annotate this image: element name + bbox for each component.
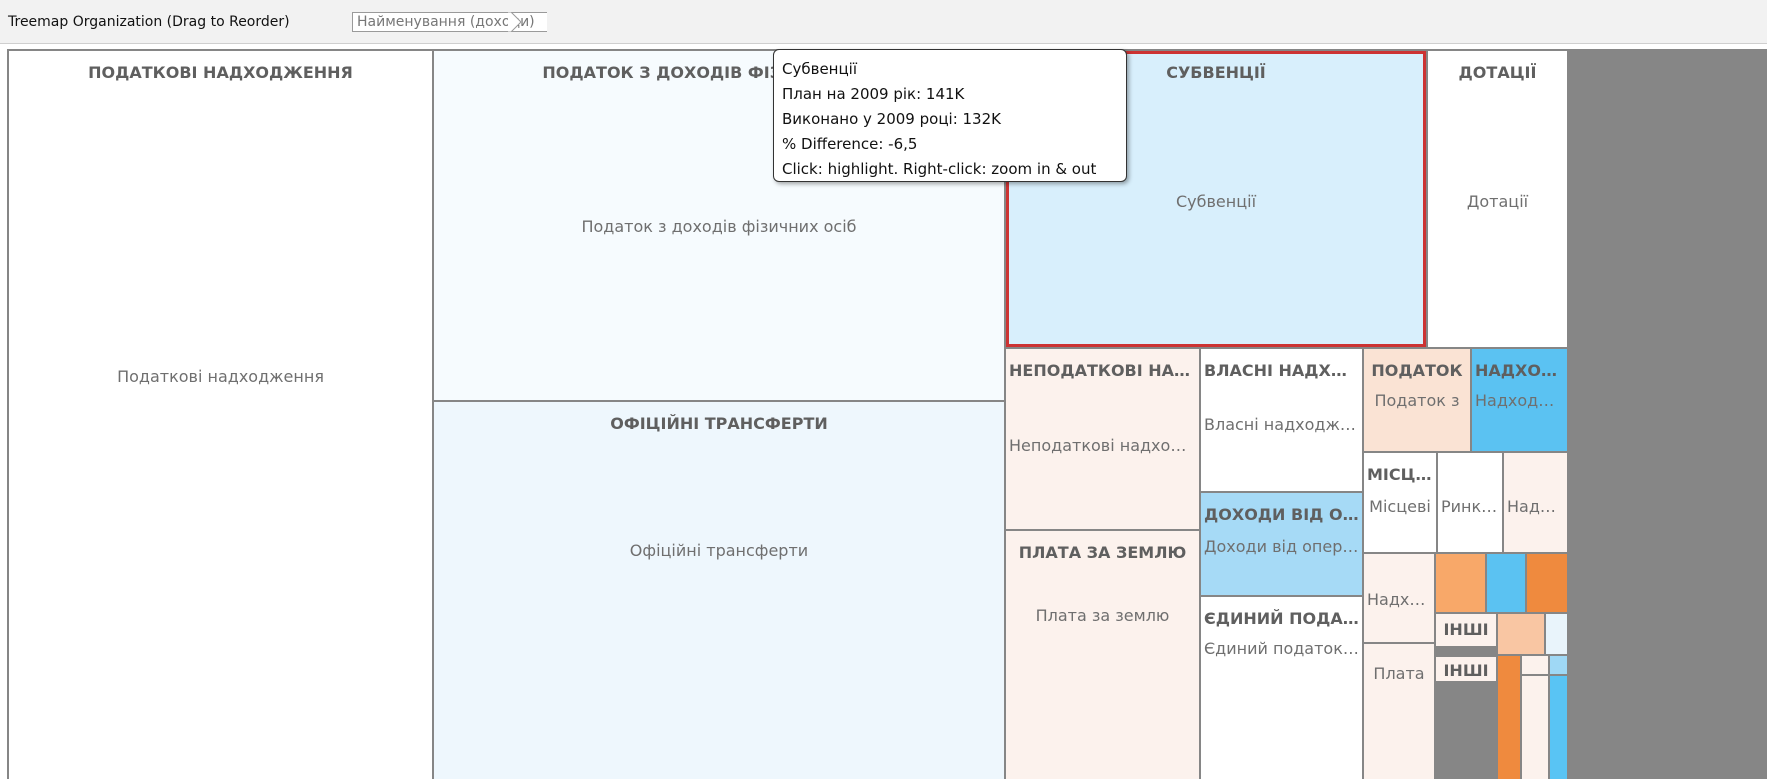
treemap-cell-tiny-pale-2[interactable]	[1522, 656, 1548, 674]
cell-header: ДОТАЦІЇ	[1458, 63, 1537, 82]
treemap-toolbar: Treemap Organization (Drag to Reorder) Н…	[0, 0, 1767, 44]
treemap-cell-tiny-blue-2[interactable]	[1550, 656, 1567, 674]
treemap-cell-podatkovi[interactable]: ПОДАТКОВІ НАДХОДЖЕННЯ Податкові надходжен…	[9, 51, 432, 779]
treemap-cell-dotatsii[interactable]: ДОТАЦІЇ Дотації	[1428, 51, 1567, 347]
cell-header: ПОДАТКОВІ НАДХОДЖЕННЯ	[88, 63, 353, 82]
tooltip-name: Субвенції	[782, 60, 858, 78]
cell-header: ЄДИНИЙ ПОДАТОК	[1204, 609, 1362, 628]
cell-label: Офіційні трансферти	[629, 541, 809, 560]
cell-header: ІНШІ	[1443, 620, 1489, 639]
treemap-cell-rynk[interactable]: Ринковий	[1438, 453, 1502, 552]
cell-label: Неподаткові надходження	[1009, 436, 1199, 455]
cell-label: Плата за землю	[1035, 606, 1170, 625]
cell-label: Єдиний податок для	[1204, 639, 1362, 658]
cell-label: Надходження	[1475, 391, 1567, 410]
cell-header: НЕПОДАТКОВІ НАДХОДЖЕННЯ	[1009, 361, 1199, 380]
cell-header: НАДХОДЖЕННЯ	[1475, 361, 1567, 380]
cell-label: Податкові надходження	[117, 367, 324, 386]
cell-header: МІСЦЕВІ	[1367, 465, 1436, 484]
treemap-cell-vlasni[interactable]: ВЛАСНІ НАДХОДЖЕННЯ Власні надходження	[1201, 349, 1362, 491]
tooltip-plan: План на 2009 рік: 141K	[782, 85, 965, 103]
breadcrumb-arrow-icon	[508, 12, 521, 32]
treemap-cell-tiny-blue-3[interactable]	[1550, 676, 1567, 779]
treemap-cell-plata-zemlyu[interactable]: ПЛАТА ЗА ЗЕМЛЮ Плата за землю	[1006, 531, 1199, 779]
tooltip-done: Виконано у 2009 році: 132K	[782, 110, 1001, 128]
cell-label: Субвенції	[1175, 192, 1257, 211]
treemap-cell-tiny-pale-3[interactable]	[1522, 676, 1548, 779]
cell-header: ОФІЦІЙНІ ТРАНСФЕРТИ	[610, 414, 828, 433]
tooltip-difference: % Difference: -6,5	[782, 135, 918, 153]
treemap-cell-tiny-blue-1[interactable]	[1487, 554, 1525, 612]
treemap-cell-dokhody-operatsii[interactable]: ДОХОДИ ВІД ОПЕРАЦІЙ Доходи від операцій	[1201, 493, 1362, 595]
treemap-cell-inshi-a[interactable]: ІНШІ	[1436, 614, 1496, 646]
cell-label: Дотації	[1466, 192, 1529, 211]
treemap-cell-tiny-peach-1[interactable]	[1498, 614, 1544, 654]
cell-label: Ринковий	[1441, 497, 1502, 516]
treemap-cell-nadkh-a[interactable]: Надходження	[1504, 453, 1567, 552]
cell-header: ДОХОДИ ВІД ОПЕРАЦІЙ	[1204, 505, 1362, 524]
treemap-cell-nepodatkovi[interactable]: НЕПОДАТКОВІ НАДХОДЖЕННЯ Неподаткові надхо…	[1006, 349, 1199, 529]
cell-label: Надходження	[1507, 497, 1567, 516]
cell-label: Доходи від операцій	[1204, 537, 1362, 556]
cell-tooltip: Субвенції План на 2009 рік: 141K Виконан…	[773, 49, 1127, 182]
cell-label: Місцеві	[1369, 497, 1431, 516]
treemap-cell-mists[interactable]: МІСЦЕВІ Місцеві	[1364, 453, 1436, 552]
tooltip-hint: Click: highlight. Right-click: zoom in &…	[782, 160, 1097, 178]
treemap-cell-tiny-orange-1[interactable]	[1436, 554, 1485, 612]
treemap-cell-ofitsiini[interactable]: ОФІЦІЙНІ ТРАНСФЕРТИ Офіційні трансферти	[434, 402, 1004, 779]
cell-header: ПОДАТОК	[1371, 361, 1463, 380]
organization-label: Treemap Organization (Drag to Reorder)	[8, 14, 290, 30]
treemap-cell-inshi-b[interactable]: ІНШІ	[1436, 657, 1496, 681]
treemap-cell-podatok-small[interactable]: ПОДАТОК Податок з	[1364, 349, 1470, 451]
treemap-cell-yedynyi[interactable]: ЄДИНИЙ ПОДАТОК Єдиний податок для	[1201, 597, 1362, 779]
treemap-cell-nadkh-b[interactable]: Надходження	[1364, 554, 1434, 642]
cell-label: Податок з доходів фізичних осіб	[581, 217, 857, 236]
treemap-cell-tiny-orange-2[interactable]	[1527, 554, 1567, 612]
cell-header: ІНШІ	[1443, 661, 1489, 680]
cell-label: Плата	[1373, 664, 1425, 683]
cell-header: ВЛАСНІ НАДХОДЖЕННЯ	[1204, 361, 1362, 380]
cell-label: Податок з	[1374, 391, 1460, 410]
cell-header: ПЛАТА ЗА ЗЕМЛЮ	[1018, 543, 1187, 562]
treemap-cell-plat-small[interactable]: Плата	[1364, 644, 1434, 779]
treemap-cell-nadkhod-blue[interactable]: НАДХОДЖЕННЯ Надходження	[1472, 349, 1567, 451]
treemap-cell-tiny-orange-3[interactable]	[1498, 656, 1520, 779]
cell-label: Надходження	[1367, 590, 1434, 609]
cell-label: Власні надходження	[1204, 415, 1362, 434]
treemap-cell-tiny-pale-1[interactable]	[1546, 614, 1567, 654]
